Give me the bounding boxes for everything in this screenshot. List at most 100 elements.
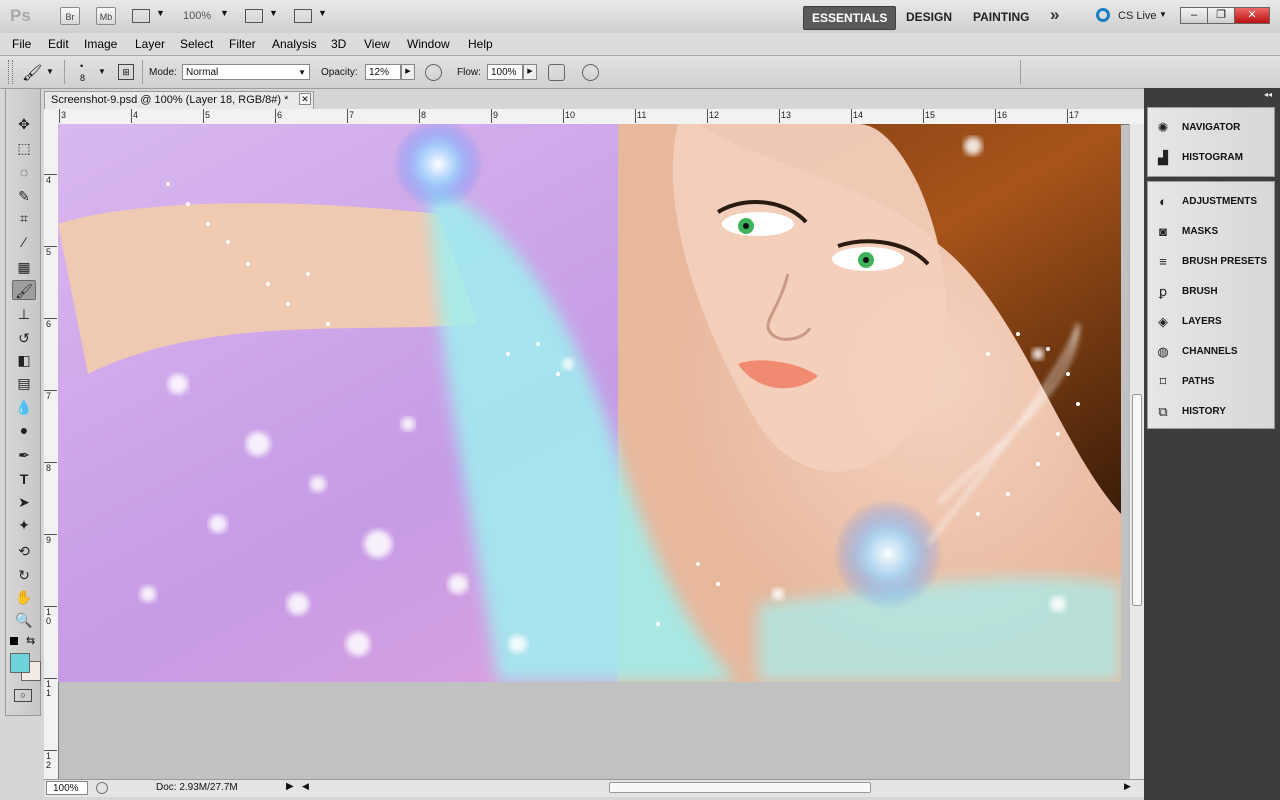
lasso-tool-icon[interactable]: ◌ (12, 162, 36, 182)
quick-mask-icon[interactable]: ○ (14, 689, 32, 702)
restore-button[interactable]: ❐ (1207, 7, 1235, 24)
brush-tool-preset-icon[interactable]: 🖌 (22, 63, 42, 83)
workspace-essentials[interactable]: ESSENTIALS (803, 6, 897, 30)
menu-window[interactable]: Window (407, 37, 450, 51)
marquee-tool-icon[interactable]: ⬚ (12, 138, 36, 158)
collapse-panels-icon[interactable]: ◂◂ (1264, 90, 1272, 99)
3d-rotate-tool-icon[interactable]: ⟲ (12, 541, 36, 561)
photoshop-logo: Ps (10, 6, 31, 25)
eraser-tool-icon[interactable]: ◧ (12, 350, 36, 370)
menu-image[interactable]: Image (84, 37, 117, 51)
scroll-thumb[interactable] (1132, 394, 1142, 606)
blur-tool-icon[interactable]: 💧 (12, 397, 36, 417)
ruler-tick (131, 109, 132, 123)
airbrush-icon[interactable] (548, 64, 565, 81)
screen-mode-icon[interactable] (294, 9, 312, 23)
quick-selection-tool-icon[interactable]: ✎ (12, 186, 36, 206)
brush-panel-toggle-icon[interactable]: ⊞ (118, 64, 134, 80)
brush-tool-icon[interactable]: 🖌 (12, 280, 36, 300)
flow-slider-button[interactable]: ▶ (523, 64, 537, 80)
chevron-down-icon[interactable]: ▼ (318, 8, 327, 18)
cs-live-menu[interactable]: CS Live (1118, 10, 1157, 22)
panel-navigator[interactable]: ✺ NAVIGATOR (1148, 113, 1274, 143)
workspace-design[interactable]: DESIGN (898, 6, 960, 28)
status-menu-arrow-icon[interactable]: ▶ (286, 781, 294, 792)
foreground-color-swatch[interactable] (10, 653, 30, 673)
workspace-painting[interactable]: PAINTING (965, 6, 1037, 28)
pressure-opacity-icon[interactable] (425, 64, 442, 81)
panel-adjustments[interactable]: ◐ ADJUSTMENTS (1148, 187, 1274, 217)
grip-icon[interactable] (8, 60, 13, 84)
bridge-button[interactable]: Br (60, 7, 80, 25)
shape-tool-icon[interactable]: ✦ (12, 515, 36, 535)
panel-brush-presets[interactable]: ≡ BRUSH PRESETS (1148, 247, 1274, 277)
panel-layers[interactable]: ◈ LAYERS (1148, 307, 1274, 337)
canvas-artwork[interactable] (58, 124, 1121, 682)
menu-analysis[interactable]: Analysis (272, 37, 317, 51)
cs-live-icon[interactable] (1096, 8, 1110, 22)
chevron-down-icon[interactable]: ▼ (269, 8, 278, 18)
blend-mode-select[interactable]: Normal ▼ (182, 64, 310, 80)
status-options-icon[interactable] (96, 782, 108, 794)
more-workspaces-icon[interactable]: » (1050, 5, 1059, 25)
clone-stamp-tool-icon[interactable]: ⊥ (12, 304, 36, 324)
menu-edit[interactable]: Edit (48, 37, 69, 51)
chevron-down-icon[interactable]: ▼ (1159, 10, 1167, 19)
type-tool-icon[interactable]: T (12, 469, 36, 489)
chevron-down-icon[interactable]: ▼ (156, 8, 165, 18)
move-tool-icon[interactable]: ✥ (12, 114, 36, 134)
masks-icon: ◙ (1159, 224, 1167, 239)
minimize-button[interactable]: – (1180, 7, 1208, 24)
zoom-level-display[interactable]: 100% (183, 10, 211, 22)
hand-tool-icon[interactable]: ✋ (12, 587, 36, 607)
swap-colors-icon[interactable]: ⇆ (26, 634, 35, 647)
vertical-scrollbar[interactable] (1129, 124, 1145, 779)
chevron-down-icon[interactable]: ▼ (220, 8, 229, 18)
horizontal-scroll-thumb[interactable] (609, 782, 871, 793)
menu-help[interactable]: Help (468, 37, 493, 51)
panel-masks[interactable]: ◙ MASKS (1148, 217, 1274, 247)
opacity-input[interactable]: 12% (365, 64, 401, 80)
menu-view[interactable]: View (364, 37, 390, 51)
close-button[interactable]: ✕ (1234, 7, 1270, 24)
brush-tip-icon[interactable]: • (80, 61, 83, 71)
chevron-down-icon[interactable]: ▼ (46, 67, 54, 76)
flow-input[interactable]: 100% (487, 64, 523, 80)
chevron-down-icon[interactable]: ▼ (98, 67, 106, 76)
crop-tool-icon[interactable]: ⌗ (12, 208, 36, 228)
scroll-right-icon[interactable]: ▶ (1124, 781, 1131, 792)
path-selection-tool-icon[interactable]: ➤ (12, 492, 36, 512)
spot-healing-tool-icon[interactable]: ▦ (12, 257, 36, 277)
arrange-documents-icon[interactable] (245, 9, 263, 23)
ruler-tick (419, 109, 420, 123)
menu-filter[interactable]: Filter (229, 37, 256, 51)
view-extras-icon[interactable] (132, 9, 150, 23)
eyedropper-tool-icon[interactable]: ⁄ (12, 232, 36, 252)
panel-histogram[interactable]: ▟ HISTOGRAM (1148, 143, 1274, 173)
panel-paths[interactable]: ⌑ PATHS (1148, 367, 1274, 397)
panel-history[interactable]: ⧉ HISTORY (1148, 397, 1274, 427)
panel-channels[interactable]: ◍ CHANNELS (1148, 337, 1274, 367)
menu-layer[interactable]: Layer (135, 37, 165, 51)
opacity-slider-button[interactable]: ▶ (401, 64, 415, 80)
pressure-size-icon[interactable] (582, 64, 599, 81)
history-brush-tool-icon[interactable]: ↺ (12, 328, 36, 348)
3d-orbit-tool-icon[interactable]: ↻ (12, 565, 36, 585)
mini-bridge-button[interactable]: Mb (96, 7, 116, 25)
menu-3d[interactable]: 3D (331, 37, 346, 51)
menu-file[interactable]: File (12, 37, 31, 51)
brush-size-display[interactable]: 8 (80, 73, 85, 83)
tools-panel: ✥ ⬚ ◌ ✎ ⌗ ⁄ ▦ 🖌 ⊥ ↺ ◧ ▤ 💧 ● ✒ T ➤ ✦ ⟲ ↻ … (5, 88, 41, 716)
divider (64, 60, 65, 84)
menu-select[interactable]: Select (180, 37, 213, 51)
zoom-tool-icon[interactable]: 🔍 (12, 610, 36, 630)
scroll-left-icon[interactable]: ◀ (302, 781, 309, 792)
close-document-icon[interactable]: ✕ (299, 93, 311, 105)
pen-tool-icon[interactable]: ✒ (12, 445, 36, 465)
document-tab[interactable]: Screenshot-9.psd @ 100% (Layer 18, RGB/8… (44, 91, 314, 109)
default-colors-icon[interactable] (10, 637, 18, 645)
dodge-tool-icon[interactable]: ● (12, 420, 36, 440)
gradient-tool-icon[interactable]: ▤ (12, 373, 36, 393)
zoom-input[interactable]: 100% (46, 781, 88, 795)
panel-brush[interactable]: ꝑ BRUSH (1148, 277, 1274, 307)
